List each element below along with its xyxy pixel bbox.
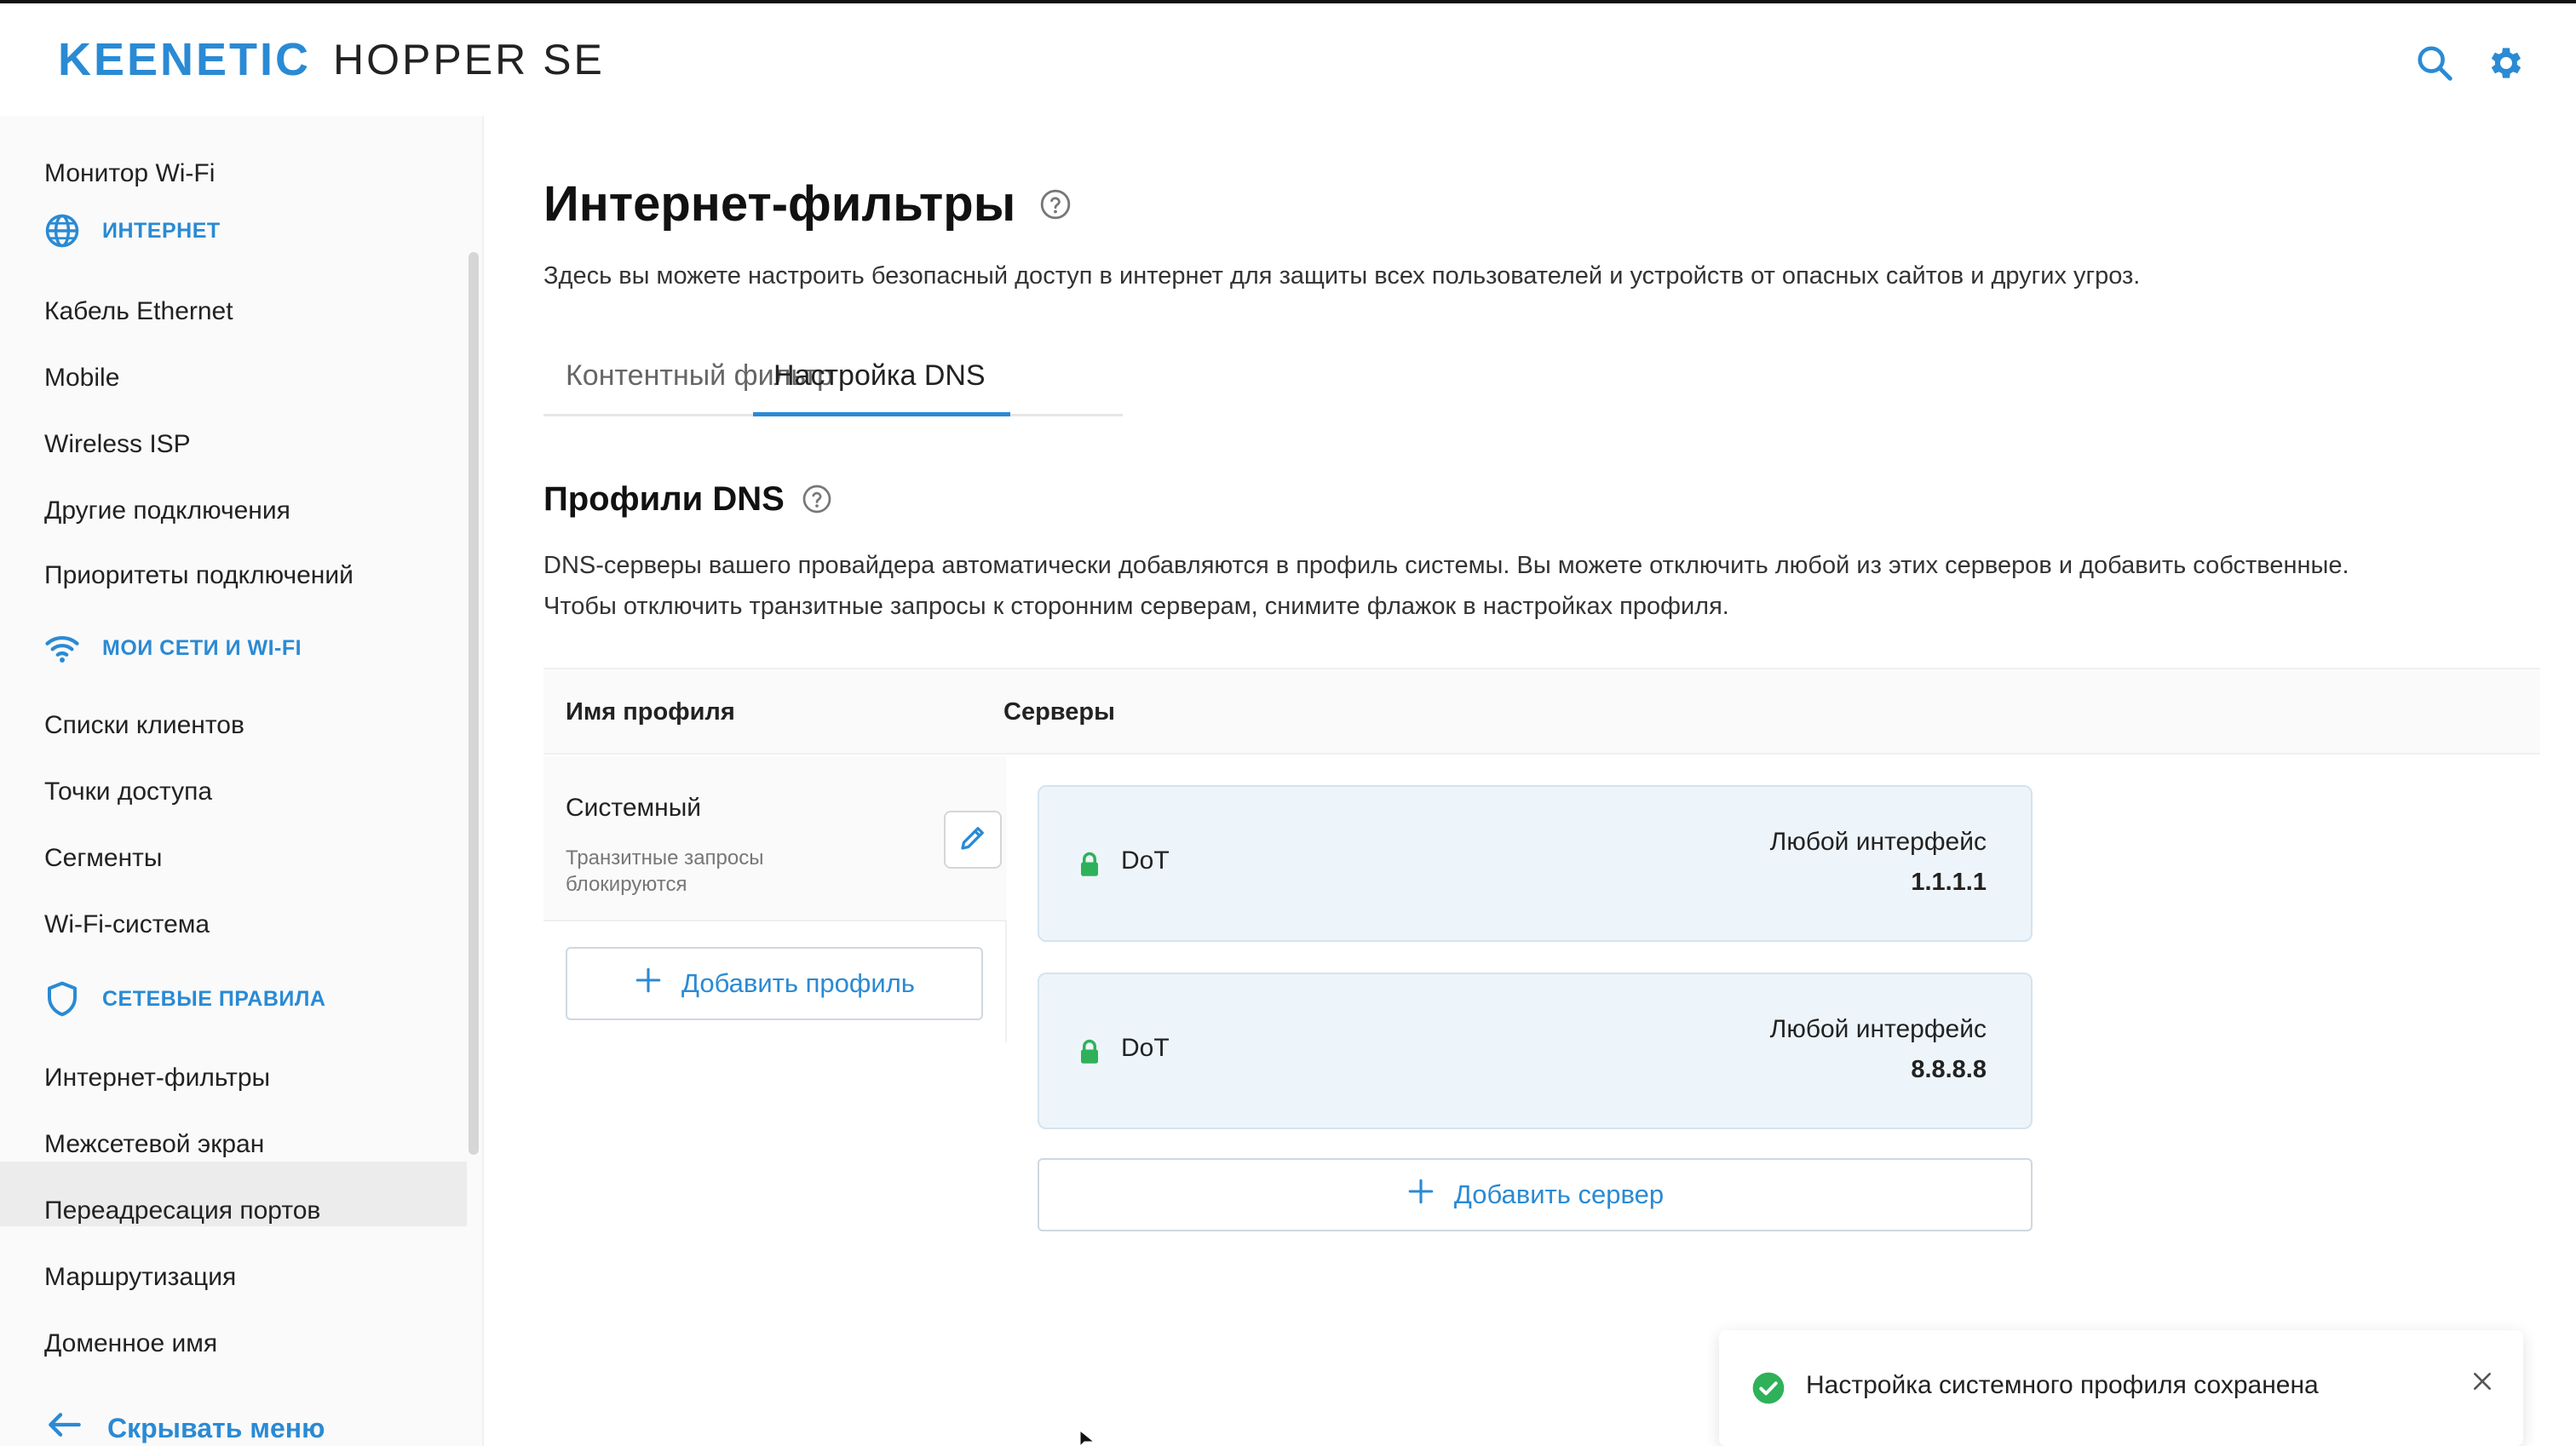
hide-menu-button[interactable]: Скрывать меню xyxy=(48,1412,325,1444)
sidebar-item-mobile[interactable]: Mobile xyxy=(44,358,119,399)
sidebar-scrollbar[interactable] xyxy=(469,252,479,1155)
sidebar-item-domain-name[interactable]: Доменное имя xyxy=(44,1323,217,1364)
sidebar-section-label: МОИ СЕТИ И WI-FI xyxy=(102,635,302,660)
top-header: KEENETIC HOPPER SE xyxy=(0,0,2576,116)
sidebar-item-wifi-monitor[interactable]: Монитор Wi-Fi xyxy=(44,153,215,194)
help-icon[interactable] xyxy=(1039,188,1072,221)
active-tab-indicator xyxy=(753,412,1010,416)
hide-menu-label: Скрывать меню xyxy=(107,1412,325,1443)
server-protocol: DoT xyxy=(1121,846,1170,875)
tabs: Контентный фильтр Настройка DNS xyxy=(543,334,2576,417)
sidebar-item-access-points[interactable]: Точки доступа xyxy=(44,772,212,812)
server-protocol: DoT xyxy=(1121,1034,1170,1062)
sidebar-item-ethernet[interactable]: Кабель Ethernet xyxy=(44,291,233,332)
section-title: Профили DNS xyxy=(543,480,834,519)
page-title-text: Интернет-фильтры xyxy=(543,176,1016,232)
globe-icon xyxy=(43,211,82,250)
help-icon[interactable] xyxy=(802,484,834,516)
column-header-servers: Серверы xyxy=(1003,697,1115,726)
sidebar-item-connection-priorities[interactable]: Приоритеты подключений xyxy=(44,555,354,596)
mouse-cursor-icon xyxy=(1078,1429,1095,1446)
sidebar-item-internet-filters[interactable]: Интернет-фильтры xyxy=(44,1058,270,1099)
profile-column: Системный Транзитные запросы блокируются… xyxy=(543,756,1007,1042)
server-interface: Любой интерфейс xyxy=(1769,1015,1987,1043)
add-profile-button[interactable]: Добавить профиль xyxy=(566,947,983,1020)
column-header-profile: Имя профиля xyxy=(566,697,735,726)
logo-brand: KEENETIC xyxy=(58,34,312,85)
add-profile-label: Добавить профиль xyxy=(681,968,915,998)
section-description-line: DNS-серверы вашего провайдера автоматиче… xyxy=(543,552,2349,579)
page-description: Здесь вы можете настроить безопасный дос… xyxy=(543,262,2141,290)
server-address: 1.1.1.1 xyxy=(1911,869,1987,896)
toast-message: Настройка системного профиля сохранена xyxy=(1806,1371,2319,1399)
sidebar-item-segments[interactable]: Сегменты xyxy=(44,838,162,879)
plus-icon xyxy=(634,966,663,1001)
sidebar-item-port-forwarding[interactable]: Переадресация портов xyxy=(44,1191,320,1231)
arrow-left-icon xyxy=(48,1412,82,1444)
lock-icon xyxy=(1078,1039,1101,1064)
shield-icon xyxy=(43,979,82,1019)
server-interface: Любой интерфейс xyxy=(1769,828,1987,856)
pencil-icon xyxy=(957,823,988,858)
search-icon[interactable] xyxy=(2409,37,2460,89)
sidebar-item-wireless-isp[interactable]: Wireless ISP xyxy=(44,424,191,465)
sidebar: Монитор Wi-Fi ИНТЕРНЕТ Кабель Ethernet M… xyxy=(0,116,484,1446)
add-server-label: Добавить сервер xyxy=(1453,1179,1665,1209)
sidebar-section-network-rules[interactable]: СЕТЕВЫЕ ПРАВИЛА xyxy=(43,978,325,1020)
profile-subtitle: Транзитные запросы блокируются xyxy=(566,846,764,896)
edit-profile-button[interactable] xyxy=(944,811,1002,869)
profile-name: Системный xyxy=(566,794,702,822)
section-description: DNS-серверы вашего провайдера автоматиче… xyxy=(543,545,2576,627)
wifi-icon xyxy=(43,628,82,668)
server-card[interactable]: DoT Любой интерфейс 8.8.8.8 xyxy=(1038,973,2033,1129)
check-circle-icon xyxy=(1751,1371,1785,1405)
server-card[interactable]: DoT Любой интерфейс 1.1.1.1 xyxy=(1038,785,2033,942)
profile-row[interactable]: Системный Транзитные запросы блокируются xyxy=(543,756,1007,921)
add-server-button[interactable]: Добавить сервер xyxy=(1038,1158,2033,1231)
sidebar-section-label: СЕТЕВЫЕ ПРАВИЛА xyxy=(102,986,326,1011)
close-icon[interactable] xyxy=(2465,1364,2499,1398)
sidebar-item-firewall[interactable]: Межсетевой экран xyxy=(44,1124,264,1165)
sidebar-item-routing[interactable]: Маршрутизация xyxy=(44,1257,236,1298)
sidebar-item-wifi-system[interactable]: Wi-Fi-система xyxy=(44,904,210,945)
keenetic-logo[interactable]: KEENETIC HOPPER SE xyxy=(58,34,605,85)
sidebar-section-label: ИНТЕРНЕТ xyxy=(102,218,221,243)
logo-model: HOPPER SE xyxy=(333,36,605,83)
sidebar-section-networks[interactable]: МОИ СЕТИ И WI-FI xyxy=(43,627,302,669)
toast-notification: Настройка системного профиля сохранена xyxy=(1719,1330,2523,1446)
main-content: Интернет-фильтры Здесь вы можете настрои… xyxy=(484,116,2576,1446)
tab-dns-settings[interactable]: Настройка DNS xyxy=(773,334,986,417)
plus-icon xyxy=(1406,1177,1435,1213)
sidebar-item-other-connections[interactable]: Другие подключения xyxy=(44,491,290,531)
server-address: 8.8.8.8 xyxy=(1911,1056,1987,1083)
section-description-line: Чтобы отключить транзитные запросы к сто… xyxy=(543,593,1729,620)
lock-icon xyxy=(1078,852,1101,877)
sidebar-item-client-lists[interactable]: Списки клиентов xyxy=(44,705,244,746)
table-header: Имя профиля Серверы xyxy=(543,668,2540,755)
sidebar-section-internet[interactable]: ИНТЕРНЕТ xyxy=(43,209,221,252)
section-title-text: Профили DNS xyxy=(543,480,785,518)
page-title: Интернет-фильтры xyxy=(543,175,1072,232)
gear-icon[interactable] xyxy=(2479,37,2530,89)
